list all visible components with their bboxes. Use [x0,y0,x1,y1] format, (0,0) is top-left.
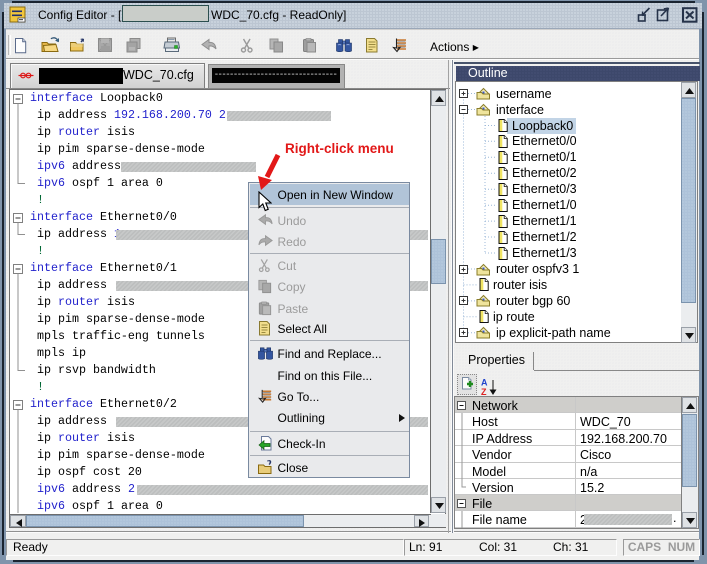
svg-text:Z: Z [481,387,487,396]
